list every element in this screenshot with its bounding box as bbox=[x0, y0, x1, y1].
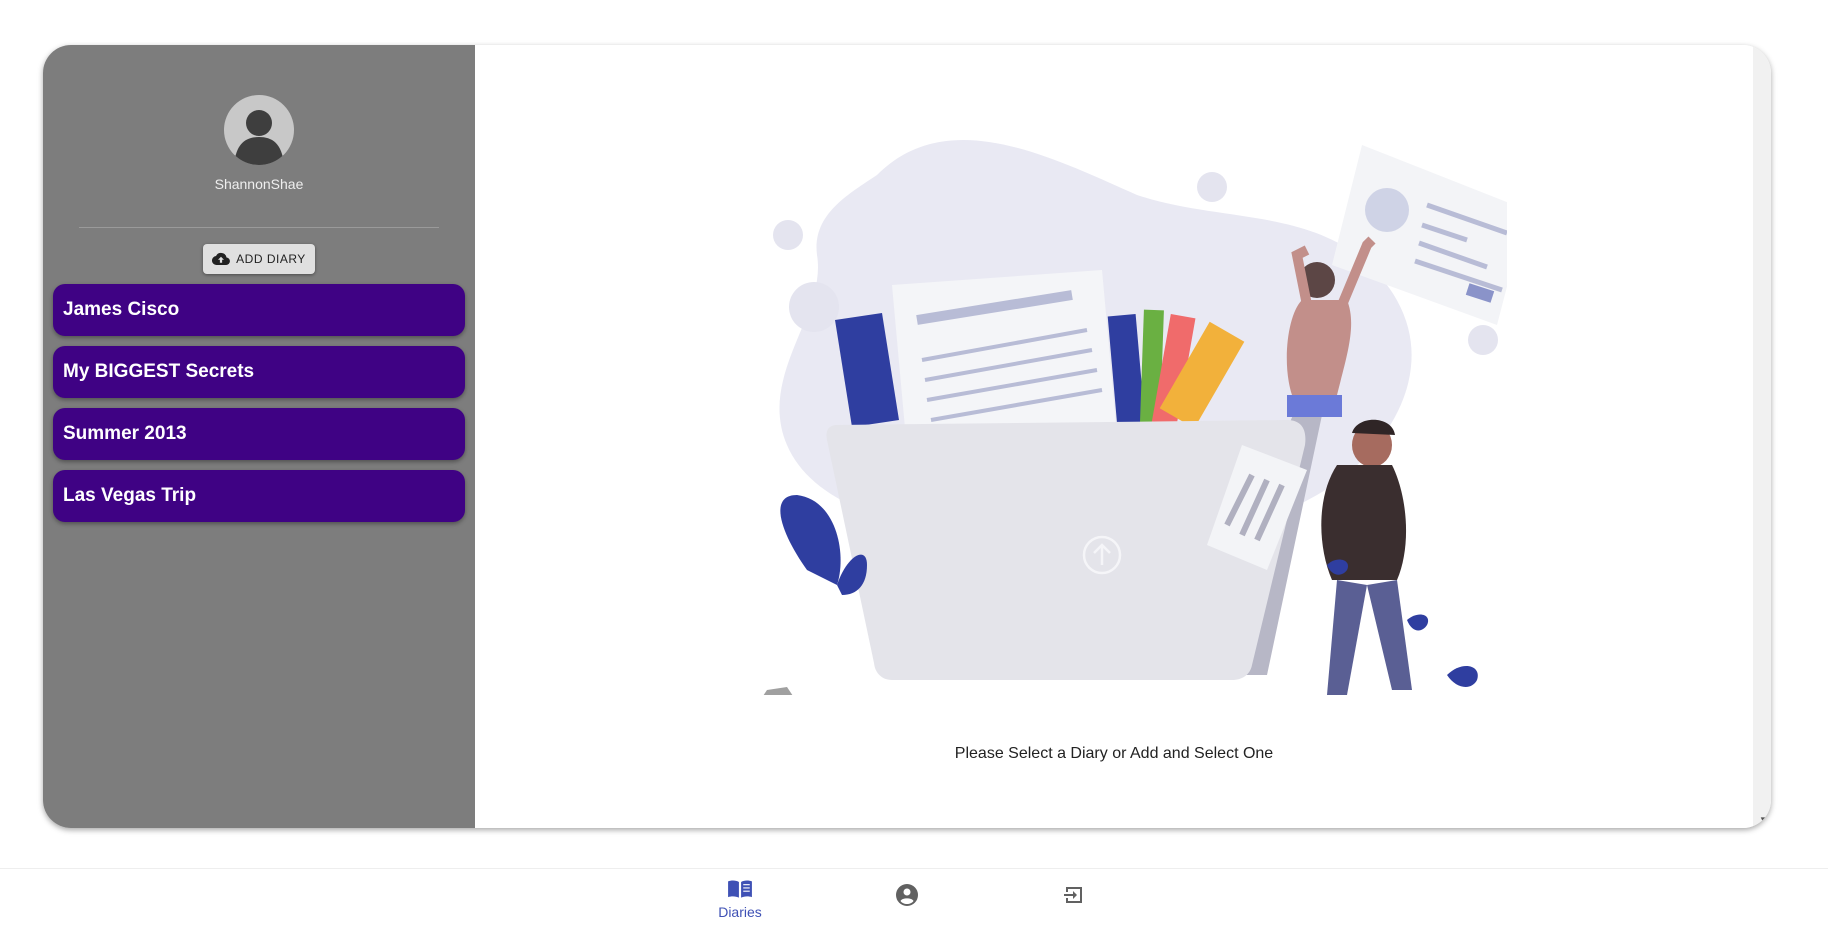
folder-upload-illustration bbox=[763, 139, 1507, 695]
main-panel: Please Select a Diary or Add and Select … bbox=[475, 45, 1753, 828]
cloud-upload-icon bbox=[212, 253, 231, 266]
diary-title: My BIGGEST Secrets bbox=[63, 361, 255, 382]
nav-logout[interactable] bbox=[1034, 879, 1114, 919]
diary-item[interactable]: Summer 2013 bbox=[53, 408, 465, 460]
logout-icon bbox=[1064, 887, 1082, 903]
add-diary-button[interactable]: ADD DIARY bbox=[203, 244, 315, 274]
nav-profile[interactable] bbox=[867, 879, 947, 919]
diary-title: Summer 2013 bbox=[63, 423, 187, 444]
diary-item[interactable]: My BIGGEST Secrets bbox=[53, 346, 465, 398]
select-diary-prompt: Please Select a Diary or Add and Select … bbox=[954, 745, 1274, 762]
diary-card: ShannonShae ADD DIARY James Cisco My BIG… bbox=[43, 45, 1771, 828]
nav-diaries-label: Diaries bbox=[718, 904, 762, 920]
scrollbar[interactable]: ▼ bbox=[1753, 45, 1771, 828]
diary-item[interactable]: James Cisco bbox=[53, 284, 465, 336]
divider bbox=[79, 227, 439, 228]
account-circle-icon bbox=[896, 884, 918, 906]
diary-title: James Cisco bbox=[63, 299, 180, 320]
sidebar: ShannonShae ADD DIARY James Cisco My BIG… bbox=[43, 45, 475, 828]
avatar bbox=[224, 95, 294, 165]
diary-item[interactable]: Las Vegas Trip bbox=[53, 470, 465, 522]
nav-diaries[interactable]: Diaries bbox=[700, 879, 780, 920]
user-silhouette-icon bbox=[234, 110, 284, 165]
diary-title: Las Vegas Trip bbox=[63, 485, 197, 506]
bottom-navigation: Diaries bbox=[0, 868, 1828, 925]
username: ShannonShae bbox=[214, 176, 304, 192]
add-diary-label: ADD DIARY bbox=[236, 252, 306, 266]
book-icon bbox=[728, 880, 752, 898]
diary-list: James Cisco My BIGGEST Secrets Summer 20… bbox=[53, 284, 465, 532]
scroll-down-arrow-icon[interactable]: ▼ bbox=[1759, 815, 1767, 824]
